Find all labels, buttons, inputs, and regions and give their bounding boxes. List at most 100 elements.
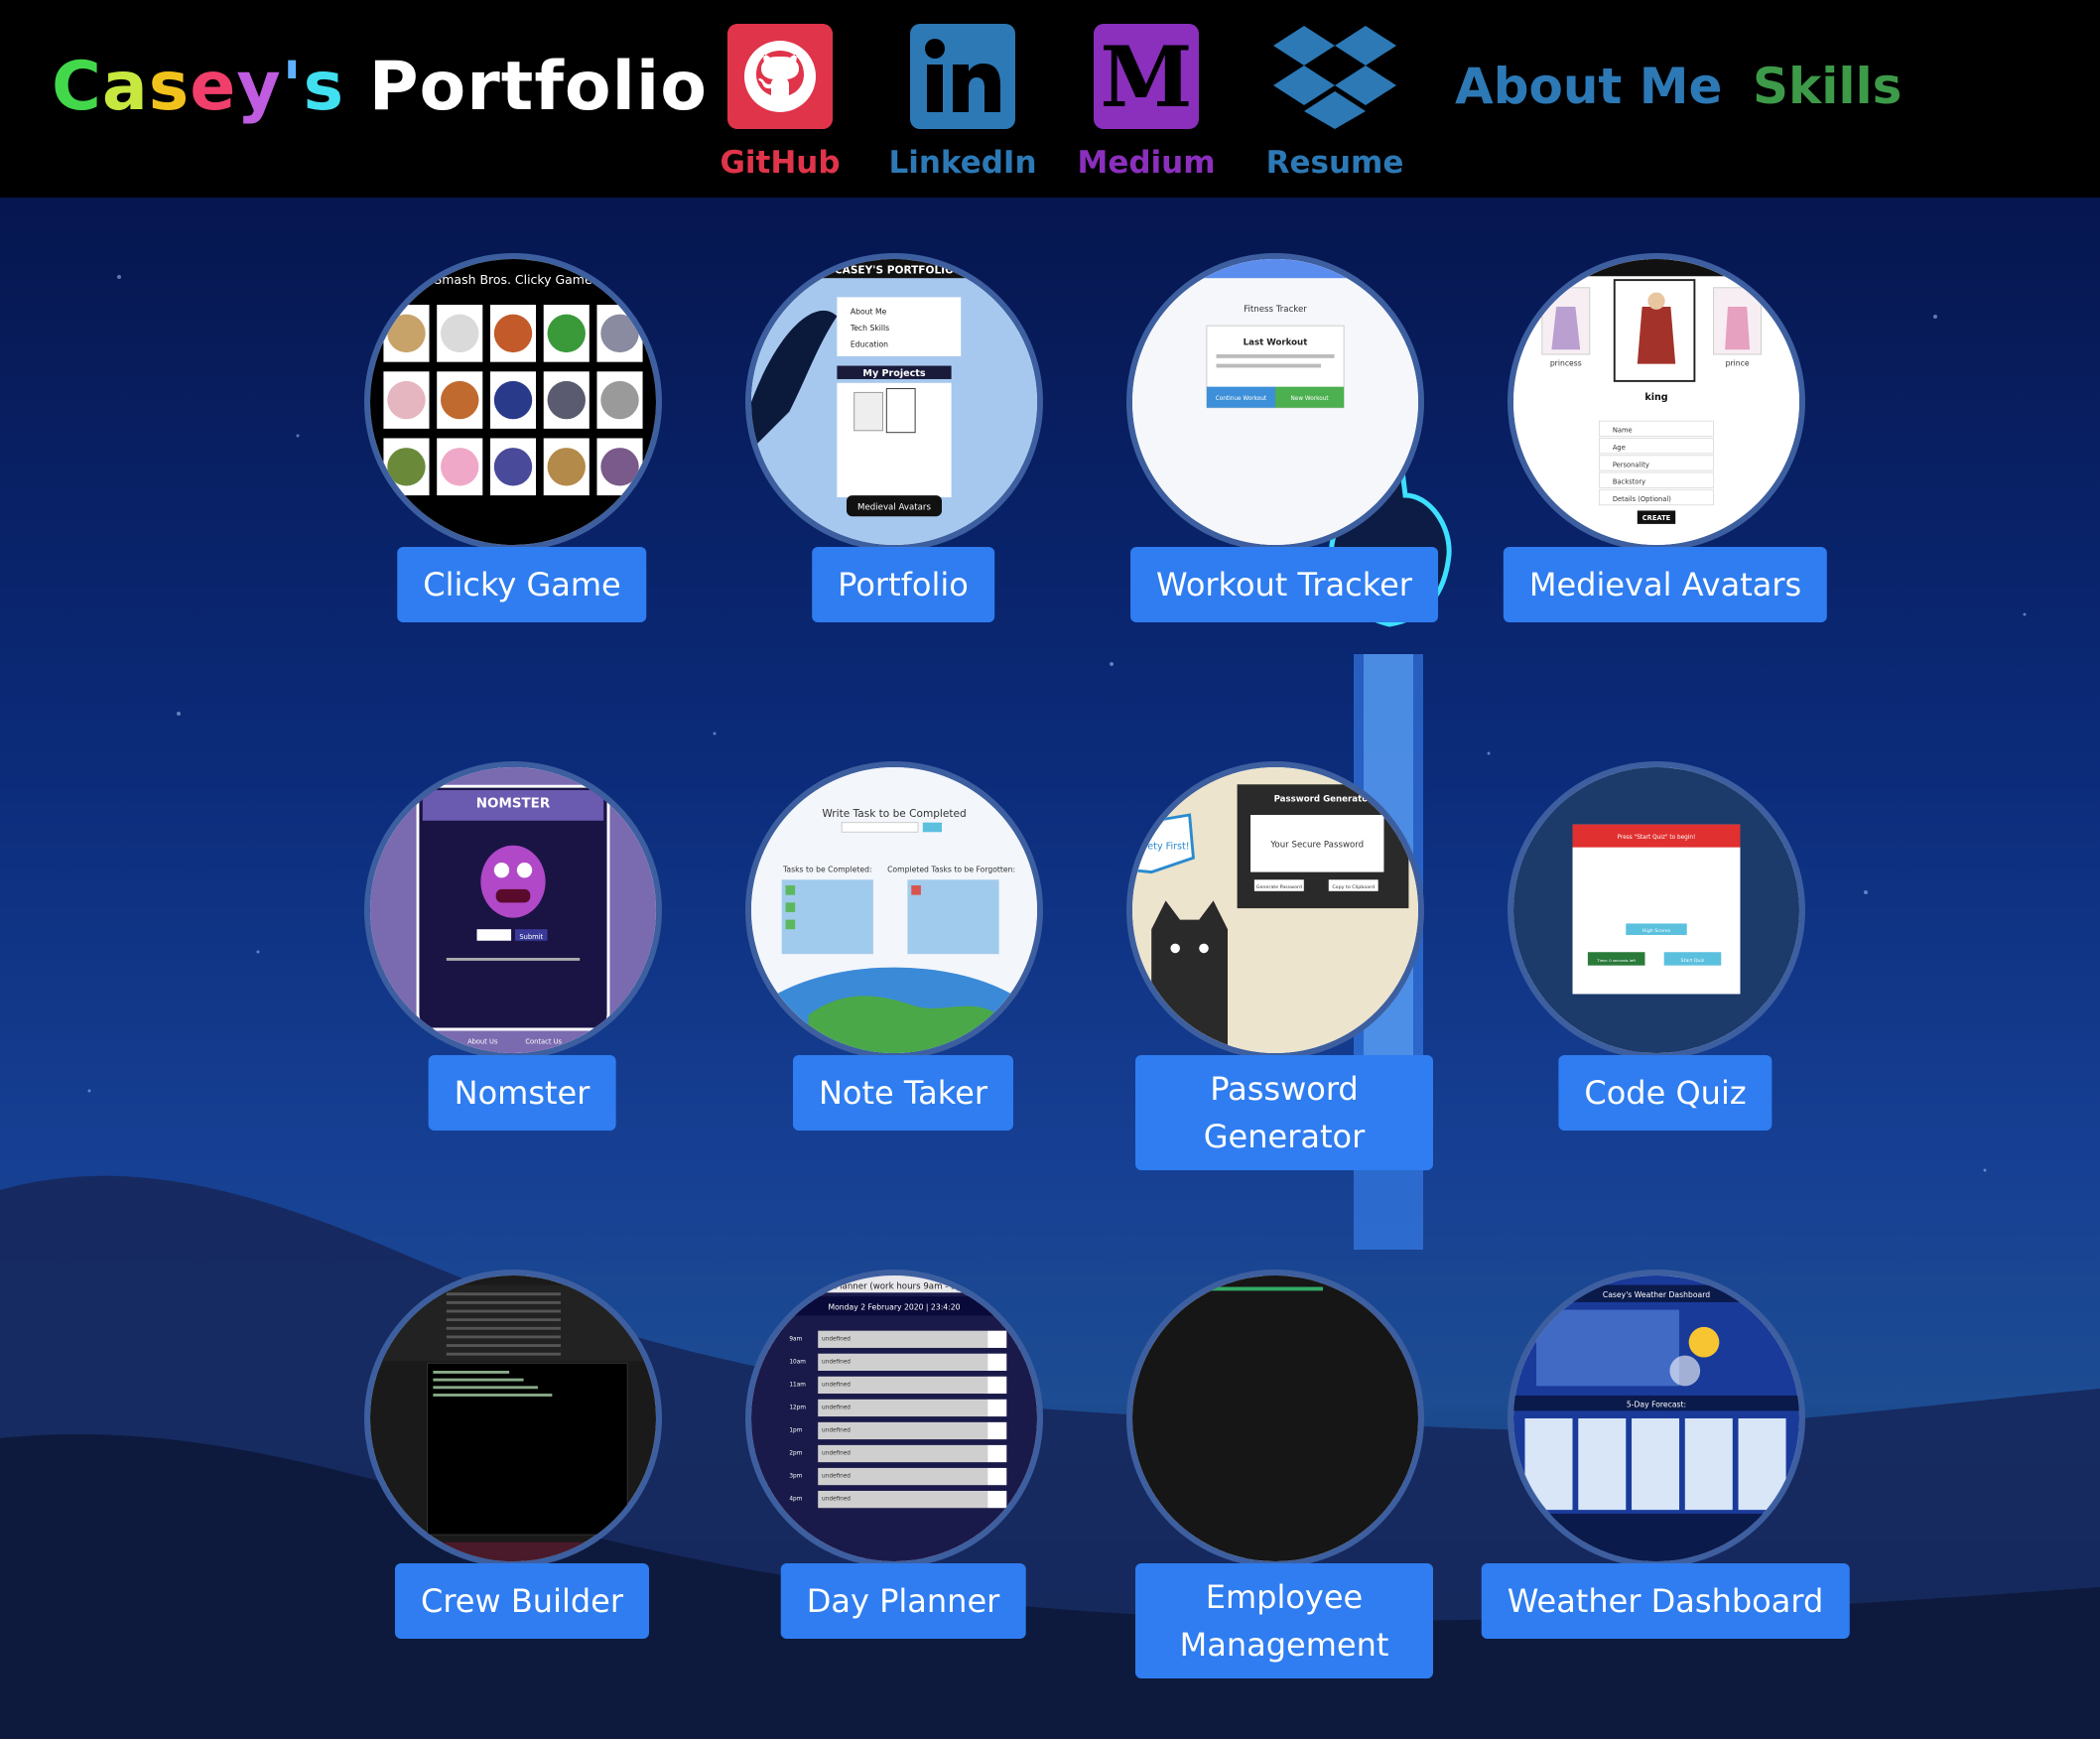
thumb-text: Name bbox=[1613, 427, 1633, 435]
thumb-text: Completed Tasks to be Forgotten: bbox=[887, 866, 1015, 874]
thumb-text: About Me bbox=[851, 308, 887, 317]
project-card: Write Task to be Completed Tasks to be Co… bbox=[713, 732, 1094, 1240]
thumb-text: Start Quiz bbox=[1681, 958, 1705, 964]
thumb-text: undefined bbox=[822, 1450, 851, 1456]
project-card: Casey's Weather Dashboard 5-Day Forecast:… bbox=[1475, 1240, 1856, 1739]
thumb-text: 10am bbox=[789, 1359, 806, 1365]
thumb-text: High Scores bbox=[1642, 928, 1671, 934]
project-thumbnail[interactable]: Day Planner (work hours 9am - 5pm) Monday… bbox=[745, 1270, 1043, 1567]
project-thumbnail[interactable]: Fitness Tracker Last Workout Continue Work… bbox=[1126, 253, 1424, 551]
thumb-text: princess bbox=[1550, 359, 1582, 368]
thumb-text: Continue Workout bbox=[1216, 396, 1267, 402]
brand-letter: s bbox=[303, 48, 345, 126]
project-card: princess king prince Name Age Personality Back… bbox=[1475, 223, 1856, 732]
svg-text:M: M bbox=[1101, 29, 1193, 124]
nav-skills[interactable]: Skills bbox=[1753, 58, 1902, 115]
project-button[interactable]: Note Taker bbox=[792, 1055, 1014, 1131]
project-button[interactable]: Crew Builder bbox=[395, 1563, 649, 1639]
thumb-text: Tech Skills bbox=[850, 324, 889, 333]
thumb-text: Age bbox=[1613, 444, 1626, 452]
project-card: Employee Management bbox=[1094, 1240, 1475, 1739]
thumb-text: Details (Optional) bbox=[1613, 495, 1671, 503]
project-button[interactable]: Weather Dashboard bbox=[1481, 1563, 1850, 1639]
thumb-text: 1pm bbox=[789, 1427, 802, 1433]
medium-link[interactable]: M Medium bbox=[1067, 24, 1226, 181]
project-card: CASEY'S PORTFOLIO About Me Tech Skills Educ… bbox=[713, 223, 1094, 732]
thumb-text: CREATE bbox=[1642, 514, 1671, 522]
project-thumbnail[interactable] bbox=[364, 1270, 662, 1567]
project-thumbnail[interactable]: Smash Bros. Clicky Game bbox=[364, 253, 662, 551]
thumb-text: 3pm bbox=[789, 1474, 802, 1480]
project-button[interactable]: Portfolio bbox=[812, 547, 994, 622]
brand-letter: s bbox=[148, 48, 191, 126]
brand-letter: e bbox=[190, 48, 237, 126]
project-thumbnail[interactable]: princess king prince Name Age Personality Back… bbox=[1508, 253, 1805, 551]
project-thumbnail[interactable]: Write Task to be Completed Tasks to be Co… bbox=[745, 761, 1043, 1059]
thumb-text: Write Task to be Completed bbox=[822, 808, 966, 820]
thumb-text: Personality bbox=[1613, 461, 1649, 468]
thumb-text: undefined bbox=[822, 1359, 851, 1365]
brand-letter: C bbox=[52, 48, 102, 126]
resume-link[interactable]: Resume bbox=[1255, 24, 1414, 181]
dropbox-icon bbox=[1272, 24, 1397, 129]
thumb-text: Casey's Weather Dashboard bbox=[1603, 1290, 1710, 1299]
project-button[interactable]: Medieval Avatars bbox=[1503, 547, 1828, 622]
header: Casey's Portfolio GitHub LinkedIn M Medi… bbox=[0, 0, 2100, 198]
github-link[interactable]: GitHub bbox=[701, 24, 859, 181]
thumb-text: king bbox=[1644, 392, 1667, 403]
thumb-text: undefined bbox=[822, 1474, 851, 1480]
project-button[interactable]: Workout Tracker bbox=[1130, 547, 1438, 622]
thumb-text: undefined bbox=[822, 1427, 851, 1433]
thumb-text: prince bbox=[1726, 359, 1750, 368]
thumb-text: Submit bbox=[519, 933, 543, 941]
github-label: GitHub bbox=[720, 145, 841, 181]
thumb-text: Your Secure Password bbox=[1269, 841, 1364, 851]
project-button[interactable]: Password Generator bbox=[1135, 1055, 1433, 1170]
project-card: Password Generator Your Secure Password Ge… bbox=[1094, 732, 1475, 1240]
brand-letter: Portfolio bbox=[344, 48, 708, 126]
project-card: Press "Start Quiz" to begin! High Scores T… bbox=[1475, 732, 1856, 1240]
project-button[interactable]: Day Planner bbox=[780, 1563, 1026, 1639]
brand-letter: ' bbox=[281, 48, 304, 126]
project-card: Fitness Tracker Last Workout Continue Work… bbox=[1094, 223, 1475, 732]
thumb-text: NOMSTER bbox=[476, 796, 551, 811]
thumb-text: 9am bbox=[789, 1336, 802, 1342]
thumb-text: 4pm bbox=[789, 1497, 802, 1503]
thumb-text: Press "Start Quiz" to begin! bbox=[1618, 835, 1696, 841]
project-card: NOMSTER Submit About Us Contact Us Nomster bbox=[331, 732, 713, 1240]
project-button[interactable]: Employee Management bbox=[1135, 1563, 1433, 1678]
brand-letter: a bbox=[101, 48, 149, 126]
project-thumbnail[interactable]: NOMSTER Submit About Us Contact Us bbox=[364, 761, 662, 1059]
project-thumbnail[interactable]: Casey's Weather Dashboard 5-Day Forecast: bbox=[1508, 1270, 1805, 1567]
project-button[interactable]: Code Quiz bbox=[1558, 1055, 1772, 1131]
project-thumbnail[interactable]: CASEY'S PORTFOLIO About Me Tech Skills Educ… bbox=[745, 253, 1043, 551]
project-button[interactable]: Clicky Game bbox=[397, 547, 647, 622]
thumb-text: Time: 0 seconds left bbox=[1596, 958, 1636, 963]
project-card: Day Planner (work hours 9am - 5pm) Monday… bbox=[713, 1240, 1094, 1739]
thumb-text: Backstory bbox=[1613, 478, 1645, 486]
project-thumbnail[interactable] bbox=[1126, 1270, 1424, 1567]
thumb-text: My Projects bbox=[862, 368, 925, 379]
thumb-text: CASEY'S PORTFOLIO bbox=[835, 264, 954, 276]
resume-label: Resume bbox=[1265, 145, 1404, 181]
nav-about-me[interactable]: About Me bbox=[1455, 58, 1722, 115]
thumb-text: Safety First! bbox=[1132, 842, 1190, 853]
thumb-text: 2pm bbox=[789, 1450, 802, 1456]
project-thumbnail[interactable]: Password Generator Your Secure Password Ge… bbox=[1126, 761, 1424, 1059]
project-thumbnail[interactable]: Press "Start Quiz" to begin! High Scores T… bbox=[1508, 761, 1805, 1059]
thumb-text: Education bbox=[851, 339, 888, 348]
brand-title[interactable]: Casey's Portfolio bbox=[52, 48, 708, 126]
thumb-text: Contact Us bbox=[525, 1037, 562, 1045]
brand-letter: y bbox=[236, 48, 282, 126]
thumb-text: Password Generator bbox=[1274, 795, 1374, 805]
project-button[interactable]: Nomster bbox=[428, 1055, 616, 1131]
linkedin-icon bbox=[910, 24, 1015, 129]
thumb-text: 5-Day Forecast: bbox=[1627, 1400, 1686, 1408]
linkedin-link[interactable]: LinkedIn bbox=[883, 24, 1042, 181]
thumb-text: Fitness Tracker bbox=[1244, 305, 1307, 315]
project-card: Crew Builder bbox=[331, 1240, 713, 1739]
thumb-text: About Us bbox=[467, 1037, 498, 1045]
thumb-text: undefined bbox=[822, 1497, 851, 1503]
github-icon bbox=[727, 24, 833, 129]
thumb-text: undefined bbox=[822, 1382, 851, 1388]
